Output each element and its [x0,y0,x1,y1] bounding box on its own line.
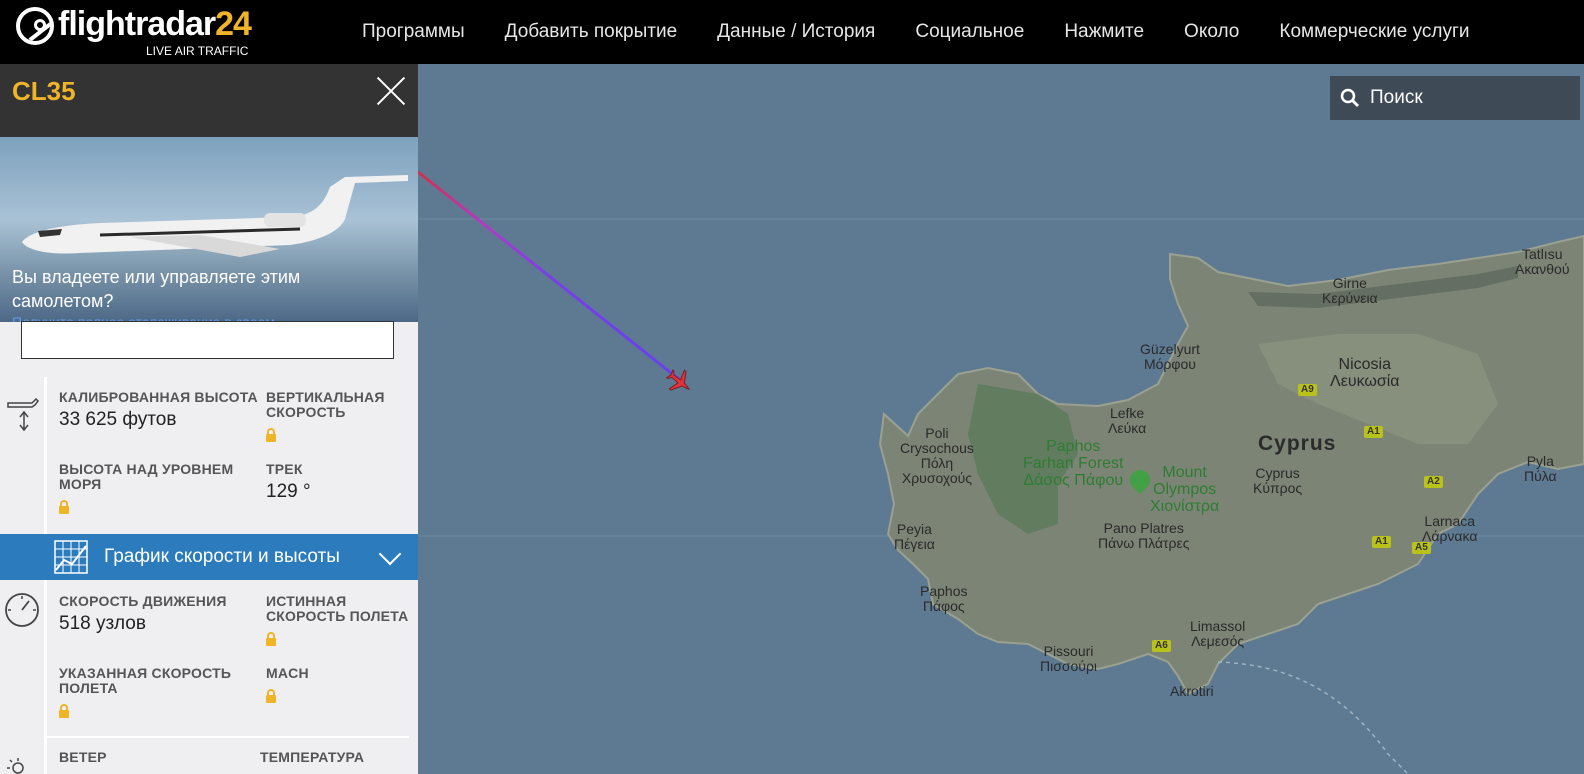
map-label-tatlisu: Tatlısu Ακανθού [1515,246,1570,277]
map-label-girne: Girne Κερύνεια [1322,275,1378,306]
close-icon[interactable] [376,76,406,106]
lock-icon[interactable] [266,632,276,646]
flight-map[interactable]: Tatlısu Ακανθού Girne Κερύνεια Güzelyurt Μό… [418,64,1584,774]
map-label-lefke: Lefke Λεύκα [1108,405,1147,436]
ground-speed-field: СКОРОСТЬ ДВИЖЕНИЯ 518 узлов [59,594,259,635]
temperature-label: ТЕМПЕРАТУРА [260,749,365,765]
graph-icon [54,540,88,574]
road-sign-a1-south: A1 [1372,536,1391,548]
track-label: ТРЕК [266,461,303,477]
aircraft-callsign: CL35 [12,76,76,106]
map-canvas [418,170,1584,774]
altitude-section: КАЛИБРОВАННАЯ ВЫСОТА 33 625 футов ВЕРТИК… [0,377,418,534]
lock-icon[interactable] [266,689,276,703]
photo-owner-prompt: Вы владеете или управляете этим самолето… [12,267,301,311]
logo-tagline: LIVE AIR TRAFFIC [146,44,249,58]
nav-commercial-services[interactable]: Коммерческие услуги [1259,21,1489,43]
ground-speed-label: СКОРОСТЬ ДВИЖЕНИЯ [59,593,227,609]
aircraft-photo[interactable]: Вы владеете или управляете этим самолето… [0,137,418,322]
map-label-akrotiri: Akrotiri [1170,683,1214,699]
mach-label: MACH [266,665,309,681]
true-airspeed-label: ИСТИННАЯ СКОРОСТЬ ПОЛЕТА [266,593,409,624]
panel-header: CL35 [0,64,418,137]
calibrated-altitude-value: 33 625 футов [59,409,177,430]
map-label-pyla: Pyla Πύλα [1524,453,1557,484]
nav-about[interactable]: Около [1164,21,1259,43]
weather-icon [0,740,47,774]
logo-name-text: flightradar [58,5,216,43]
msl-altitude-label: ВЫСОТА НАД УРОВНЕМ МОРЯ [59,461,234,492]
map-label-limassol: Limassol Λεμεσός [1190,618,1246,649]
wind-field: ВЕТЕР [59,750,107,765]
search-icon [1340,88,1360,108]
speed-altitude-graph-toggle[interactable]: График скорости и высоты [0,534,418,580]
road-sign-a2: A2 [1424,476,1443,488]
lock-icon[interactable] [59,500,69,514]
temperature-field: ТЕМПЕРАТУРА [260,750,364,765]
vertical-speed-field: ВЕРТИКАЛЬНАЯ СКОРОСТЬ [266,390,411,447]
lock-icon[interactable] [266,428,276,442]
lock-icon[interactable] [59,704,69,718]
track-value: 129 ° [266,481,311,502]
calibrated-altitude-label: КАЛИБРОВАННАЯ ВЫСОТА [59,389,258,405]
map-label-peyia: Peyia Πέγεια [894,521,935,552]
top-navigation-bar: flightradar24 LIVE AIR TRAFFIC Программы… [0,0,1584,64]
map-label-larnaca: Larnaca Λάρνακα [1422,513,1478,544]
mach-field: MACH [266,666,411,708]
flight-trail [418,170,681,382]
ground-speed-value: 518 узлов [59,613,146,634]
search-input[interactable] [1368,86,1562,110]
map-label-poli: Poli Crysochous Πόλη Χρυσοχούς [900,425,974,486]
chevron-down-icon [378,542,402,566]
road-sign-a6: A6 [1152,640,1171,652]
indicated-airspeed-field: УКАЗАННАЯ СКОРОСТЬ ПОЛЕТА [59,666,259,723]
map-label-cyprus-kypros: Cyprus Κύπρος [1253,465,1303,496]
map-label-olympos: Mount Olympos Χιονίστρα [1150,464,1220,515]
section-divider [44,736,409,738]
road-sign-a5: A5 [1412,542,1431,554]
msl-altitude-field: ВЫСОТА НАД УРОВНЕМ МОРЯ [59,462,259,519]
map-label-cyprus: Cyprus [1258,432,1337,455]
flightradar24-logo[interactable]: flightradar24 LIVE AIR TRAFFIC [16,4,256,60]
speedometer-icon [0,580,47,740]
sea-route [1217,661,1409,774]
nav-press[interactable]: Нажмите [1044,21,1164,43]
ad-placeholder[interactable] [21,321,394,359]
radar-logo-icon [16,7,54,45]
vertical-speed-label: ВЕРТИКАЛЬНАЯ СКОРОСТЬ [266,389,385,420]
nav-apps[interactable]: Программы [342,21,485,43]
altitude-icon [0,377,47,534]
map-label-guzelyurt: Güzelyurt Μόρφου [1140,341,1200,372]
weather-section: ВЕТЕР ТЕМПЕРАТУРА [0,740,418,774]
calibrated-altitude-field: КАЛИБРОВАННАЯ ВЫСОТА 33 625 футов [59,390,259,431]
indicated-airspeed-label: УКАЗАННАЯ СКОРОСТЬ ПОЛЕТА [59,665,232,696]
logo-number-text: 24 [215,5,252,43]
track-field: ТРЕК 129 ° [266,462,411,503]
graph-toggle-label: График скорости и высоты [104,546,340,567]
map-label-nicosia: Nicosia Λευκωσία [1330,356,1400,390]
main-nav: Программы Добавить покрытие Данные / Ист… [342,0,1490,64]
road-sign-a1: A1 [1364,426,1383,438]
map-label-paphos: Paphos Πάφος [920,583,968,614]
wind-label: ВЕТЕР [59,749,107,765]
flight-detail-panel: CL35 Вы владеете или управляете этим сам… [0,64,418,774]
map-label-pissouri: Pissouri Πισσούρι [1040,643,1098,674]
nav-social[interactable]: Социальное [895,21,1044,43]
true-airspeed-field: ИСТИННАЯ СКОРОСТЬ ПОЛЕТА [266,594,414,651]
map-label-pano-platres: Pano Platres Πάνω Πλάτρες [1098,520,1190,551]
nav-add-coverage[interactable]: Добавить покрытие [485,21,698,43]
speed-section: СКОРОСТЬ ДВИЖЕНИЯ 518 узлов ИСТИННАЯ СКО… [0,580,418,740]
nav-data-history[interactable]: Данные / История [697,21,895,43]
map-search-box[interactable] [1330,76,1580,120]
map-label-paphos-forest: Paphos Farhan Forest Δάσος Πάφου [1023,438,1124,489]
road-sign-a9: A9 [1298,384,1317,396]
